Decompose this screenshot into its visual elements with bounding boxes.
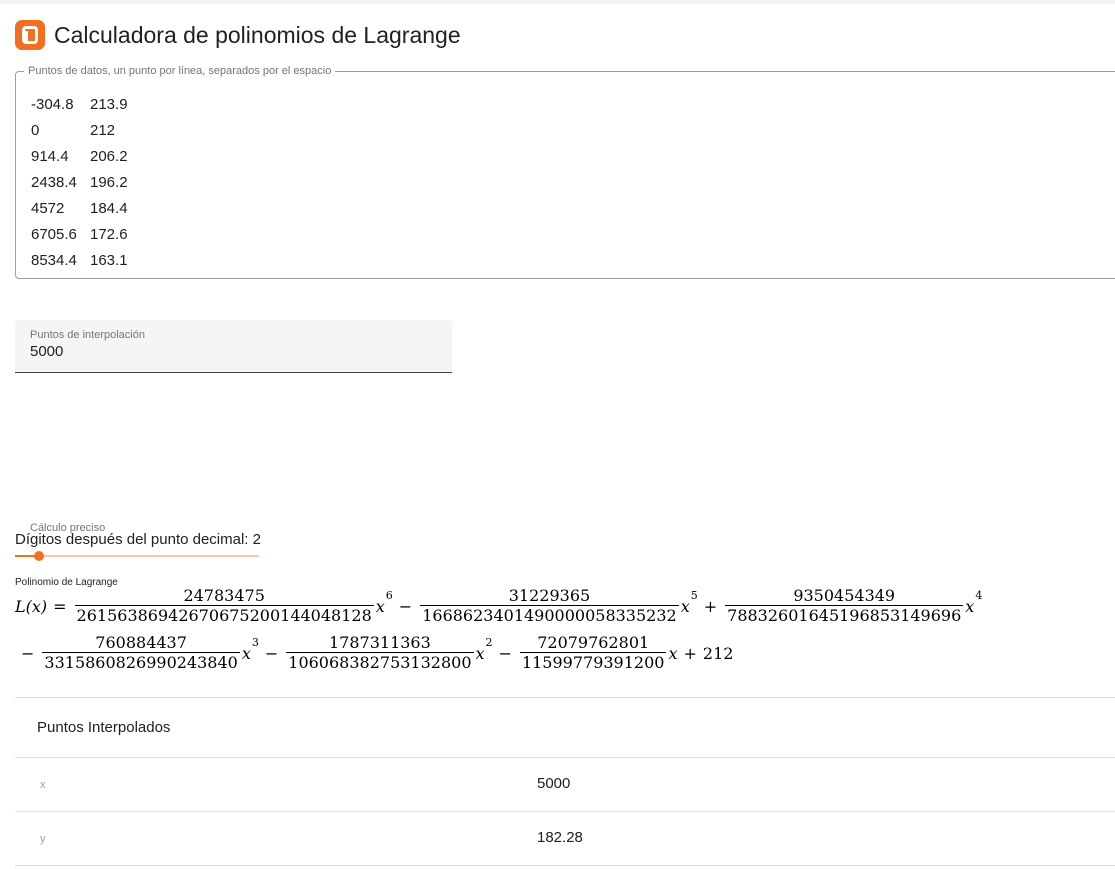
polynomial-variable: x5 bbox=[680, 589, 698, 616]
polynomial-fraction: 1787311363 106068382753132800 bbox=[286, 633, 474, 672]
result-key: x bbox=[40, 779, 46, 791]
fraction-denominator: 1668623401490000058335232 bbox=[420, 605, 679, 625]
fraction-denominator: 78832601645196853149696 bbox=[725, 605, 964, 625]
data-point-y: 206.2 bbox=[90, 148, 128, 165]
polynomial-constant: 212 bbox=[702, 643, 734, 663]
top-divider bbox=[0, 0, 1115, 4]
exponent: 6 bbox=[385, 588, 393, 602]
polynomial-lhs: L(x) bbox=[15, 596, 48, 616]
exponent: 2 bbox=[485, 635, 493, 649]
data-points-textarea[interactable]: Puntos de datos, un punto por línea, sep… bbox=[15, 65, 1115, 279]
polynomial-formula-line-2: −760884437 3315860826990243840 x 3−17873113… bbox=[15, 633, 734, 673]
interpolation-points-label: Puntos de interpolación bbox=[30, 329, 145, 341]
data-point-y: 172.6 bbox=[90, 226, 128, 243]
data-point-x: 914.4 bbox=[31, 148, 69, 165]
data-point-row: 6705.6 172.6 bbox=[31, 222, 128, 248]
fraction-denominator: 11599779391200 bbox=[519, 652, 667, 672]
polynomial-variable: x2 bbox=[475, 636, 493, 663]
data-point-y: 163.1 bbox=[90, 252, 128, 269]
data-point-y: 196.2 bbox=[90, 174, 128, 191]
polynomial-fraction: 760884437 3315860826990243840 bbox=[42, 633, 240, 672]
fraction-denominator: 106068382753132800 bbox=[286, 652, 474, 672]
slider-thumb[interactable] bbox=[34, 551, 45, 561]
operator-sign: − bbox=[398, 596, 413, 616]
equals-sign: = bbox=[53, 596, 67, 616]
fraction-denominator: 26156386942670675200144048128 bbox=[74, 605, 374, 625]
variable-x: x bbox=[668, 643, 678, 663]
data-point-y: 212 bbox=[90, 122, 116, 139]
page-title: Calculadora de polinomios de Lagrange bbox=[54, 21, 461, 48]
interpolation-points-input[interactable]: 5000 bbox=[30, 343, 63, 360]
polynomial-fraction: 24783475 26156386942670675200144048128 bbox=[74, 586, 374, 625]
result-value: 182.28 bbox=[537, 829, 583, 846]
data-point-row: 914.4 206.2 bbox=[31, 144, 128, 170]
data-point-x: 2438.4 bbox=[31, 174, 77, 191]
variable-x: x bbox=[475, 643, 485, 663]
data-point-row: -304.8 213.9 bbox=[31, 92, 128, 118]
result-row: x 5000 bbox=[15, 758, 1115, 812]
polynomial-variable: x bbox=[668, 644, 677, 663]
interpolation-points-field[interactable]: Puntos de interpolación 5000 bbox=[15, 320, 452, 373]
fraction-numerator: 9350454349 bbox=[793, 586, 896, 605]
result-row: y 182.28 bbox=[15, 812, 1115, 866]
fraction-numerator: 760884437 bbox=[95, 633, 187, 652]
data-points-label: Puntos de datos, un punto por línea, sep… bbox=[28, 65, 332, 77]
data-point-y: 184.4 bbox=[90, 200, 128, 217]
result-key: y bbox=[40, 833, 46, 845]
result-value: 5000 bbox=[537, 775, 571, 792]
data-point-row: 0 212 bbox=[31, 118, 128, 144]
polynomial-variable: x6 bbox=[375, 589, 393, 616]
variable-x: x bbox=[680, 596, 690, 616]
data-point-x: 8534.4 bbox=[31, 252, 77, 269]
variable-x: x bbox=[375, 596, 385, 616]
data-point-x: 6705.6 bbox=[31, 226, 77, 243]
data-point-row: 4572 184.4 bbox=[31, 196, 128, 222]
exponent: 5 bbox=[690, 588, 698, 602]
exponent: 3 bbox=[251, 635, 259, 649]
data-points-list: -304.8 213.9 0 212 914.4 206.2 2438.4 196.2 4572… bbox=[31, 92, 128, 274]
fraction-numerator: 1787311363 bbox=[328, 633, 431, 652]
decimal-digits-label: Dígitos después del punto decimal: 2 bbox=[15, 531, 261, 548]
page-header: Calculadora de polinomios de Lagrange bbox=[15, 20, 461, 50]
exponent: 4 bbox=[975, 588, 983, 602]
operator-sign: − bbox=[498, 643, 512, 663]
fraction-numerator: 24783475 bbox=[183, 586, 265, 605]
interpolated-points-table: Puntos Interpolados x 5000 y 182.28 bbox=[15, 697, 1115, 866]
polynomial-formula-line-1: L(x) = 24783475 261563869426706752001440481… bbox=[15, 586, 982, 626]
interpolated-points-title: Puntos Interpolados bbox=[15, 697, 1115, 758]
slider-track bbox=[15, 555, 259, 557]
operator-sign: − bbox=[21, 643, 35, 663]
data-point-x: -304.8 bbox=[31, 96, 74, 113]
polynomial-fraction: 31229365 1668623401490000058335232 bbox=[420, 587, 679, 625]
fraction-denominator: 3315860826990243840 bbox=[42, 652, 240, 672]
fraction-numerator: 72079762801 bbox=[537, 633, 650, 652]
data-point-x: 4572 bbox=[31, 200, 65, 217]
operator-sign: + bbox=[683, 643, 697, 663]
decimal-digits-slider[interactable] bbox=[15, 550, 259, 562]
data-point-row: 8534.4 163.1 bbox=[31, 248, 128, 274]
polynomial-fraction: 72079762801 11599779391200 bbox=[519, 633, 667, 672]
planetcalc-logo-icon bbox=[15, 20, 45, 50]
fraction-numerator: 31229365 bbox=[508, 586, 591, 605]
operator-sign: − bbox=[264, 643, 279, 663]
polynomial-variable: x4 bbox=[965, 589, 982, 616]
variable-x: x bbox=[965, 596, 975, 616]
data-point-row: 2438.4 196.2 bbox=[31, 170, 128, 196]
polynomial-fraction: 9350454349 78832601645196853149696 bbox=[725, 586, 964, 625]
variable-x: x bbox=[241, 643, 251, 663]
operator-sign: + bbox=[703, 596, 718, 616]
data-point-x: 0 bbox=[31, 122, 40, 139]
polynomial-variable: x3 bbox=[241, 636, 259, 663]
data-point-y: 213.9 bbox=[90, 96, 128, 113]
